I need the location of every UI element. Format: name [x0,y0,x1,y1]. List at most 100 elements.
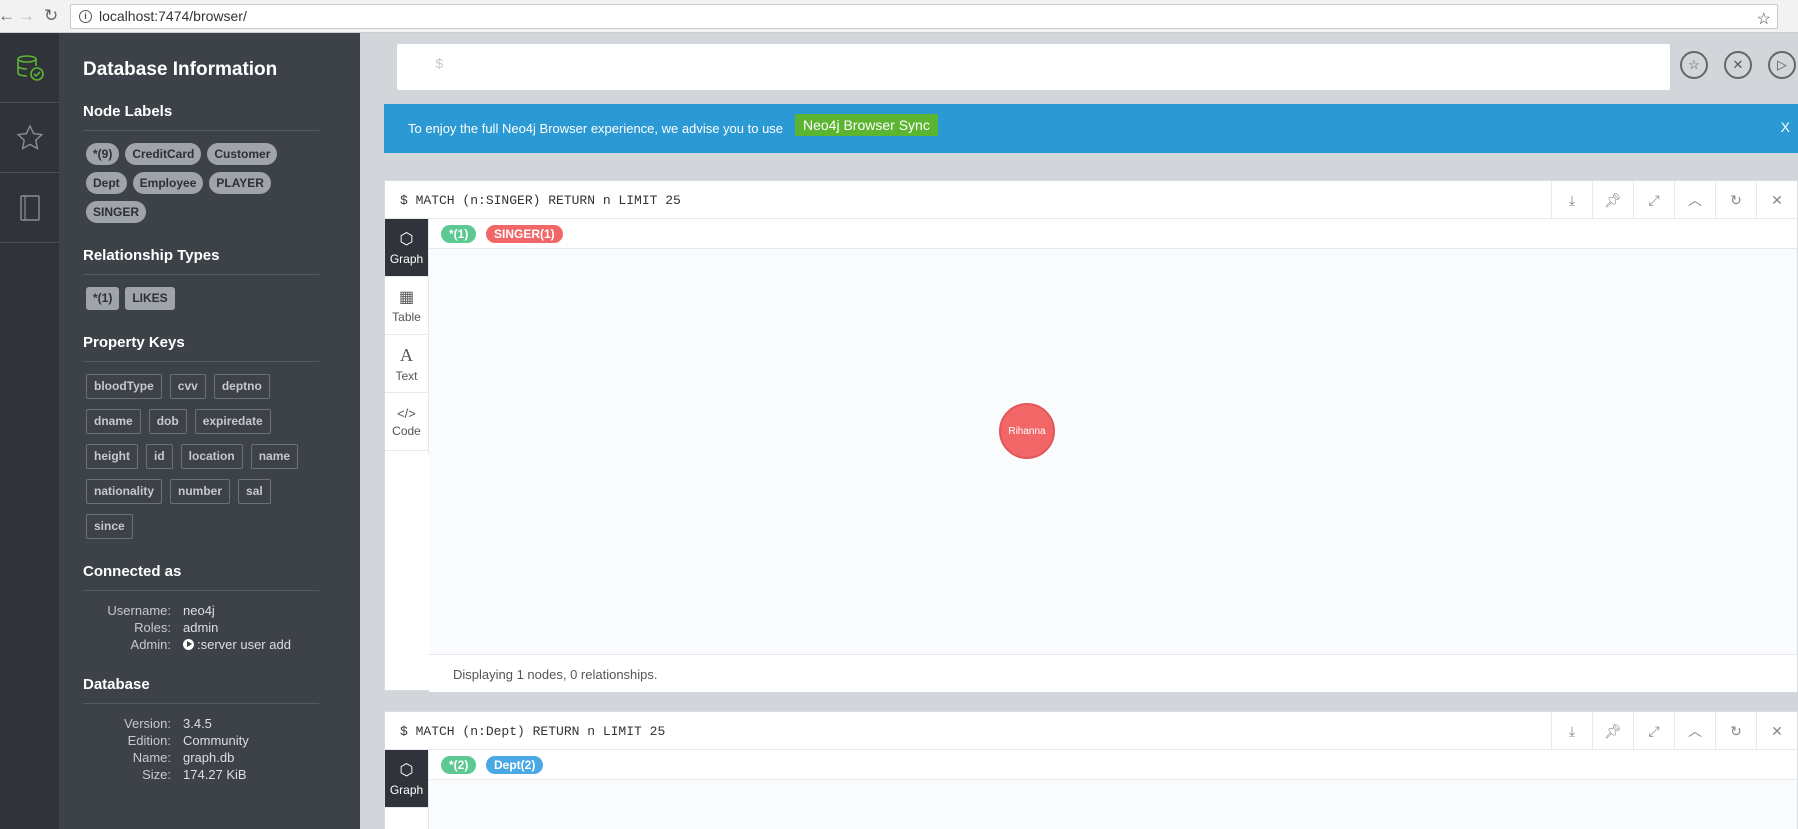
browser-sync-button[interactable]: Neo4j Browser Sync [795,114,938,136]
banner-close-button[interactable]: X [1781,119,1790,135]
download-icon[interactable]: ⤓ [1551,712,1592,750]
database-icon[interactable] [0,33,59,103]
drawer-title: Database Information [83,59,278,80]
all-nodes-pill[interactable]: *(1) [441,225,477,243]
admin-label: Admin: [130,637,171,652]
forward-icon[interactable]: → [18,6,35,26]
node-label-pill[interactable]: CreditCard [125,143,202,165]
browser-toolbar: ← → ↻ i localhost:7474/browser/ ☆ [0,0,1798,33]
collapse-icon[interactable]: ︿ [1674,712,1715,750]
node-labels-heading: Node Labels [83,103,319,131]
all-nodes-pill[interactable]: *(2) [441,756,477,774]
graph-icon: ⬡ [399,231,414,248]
property-key-pill[interactable]: id [146,444,173,469]
roles-value: admin [183,620,219,635]
frame-query[interactable]: $ MATCH (n:SINGER) RETURN n LIMIT 25 [400,193,681,208]
database-details: Version: 3.4.5 Edition: Community Name: gra… [83,716,360,782]
property-key-pill[interactable]: location [180,444,243,469]
table-icon: ▦ [398,289,415,306]
frame-header: $ MATCH (n:Dept) RETURN n LIMIT 25 ⤓ 📌︎ … [385,712,1797,750]
property-key-pill[interactable]: dname [86,409,141,434]
info-icon[interactable]: i [79,10,92,23]
property-key-pill[interactable]: bloodType [86,374,162,399]
frame-actions: ⤓ 📌︎ ⤢ ︿ ↻ ✕ [1551,712,1797,750]
favorite-query-button[interactable]: ☆ [1680,51,1708,79]
run-query-button[interactable]: ▷ [1768,51,1796,79]
sync-banner: To enjoy the full Neo4j Browser experien… [384,104,1798,153]
node-label-pill[interactable]: Customer [207,143,278,165]
favorites-star-icon[interactable] [0,103,59,173]
property-key-pill[interactable]: cvv [169,374,206,399]
relationship-types-list: *(1) LIKES [86,287,322,310]
relationship-type-pill[interactable]: *(1) [86,287,120,310]
close-frame-icon[interactable]: ✕ [1756,712,1797,750]
tab-graph[interactable]: ⬡ Graph [385,750,428,808]
clear-editor-button[interactable]: ✕ [1724,51,1752,79]
frame-query[interactable]: $ MATCH (n:Dept) RETURN n LIMIT 25 [400,724,665,739]
play-icon: ▷ [1777,57,1787,72]
documents-icon[interactable] [0,173,59,243]
text-icon: A [400,344,413,365]
property-key-pill[interactable]: dob [148,409,187,434]
bookmark-star-icon[interactable]: ☆ [1757,8,1771,31]
connected-as-heading: Connected as [83,563,319,591]
tab-table-label: Table [392,310,421,324]
property-key-pill[interactable]: height [86,444,138,469]
connection-info: Username: neo4j Roles: admin Admin::server… [83,603,360,652]
tab-graph-label: Graph [389,783,424,797]
property-key-pill[interactable]: sal [238,479,271,504]
rerun-icon[interactable]: ↻ [1715,712,1756,750]
property-key-pill[interactable]: nationality [86,479,163,504]
dept-label-pill[interactable]: Dept(2) [486,756,544,774]
view-tabs: ⬡ Graph ▦ [385,750,429,829]
node-label-pill[interactable]: Employee [132,172,204,194]
back-icon[interactable]: ← [0,6,15,26]
tab-text[interactable]: A Text [385,335,428,393]
star-icon: ☆ [1688,57,1700,72]
server-user-add-link[interactable]: :server user add [183,637,360,652]
tab-graph-label: Graph [389,252,424,266]
tab-code[interactable]: </> Code [385,393,428,451]
address-bar[interactable]: i localhost:7474/browser/ ☆ [70,4,1778,29]
property-key-pill[interactable]: name [250,444,299,469]
property-keys-list: bloodType cvv deptno dname dob expiredate heig… [86,374,322,539]
database-heading: Database [83,676,319,704]
name-value: graph.db [183,750,235,765]
tab-code-label: Code [392,423,421,438]
database-info-drawer: Database Information Node Labels *(9) Cre… [59,33,360,829]
tab-table[interactable]: ▦ Table [385,277,428,335]
rerun-icon[interactable]: ↻ [1715,181,1756,219]
reload-icon[interactable]: ↻ [44,6,58,26]
relationship-type-pill[interactable]: LIKES [125,287,175,310]
main-stream: $ ☆ ✕ ▷ To enjoy the full Neo4j Browser … [360,33,1798,829]
tab-table[interactable]: ▦ [385,808,428,829]
pin-icon[interactable]: 📌︎ [1592,181,1633,219]
graph-canvas[interactable]: Rihanna [429,249,1797,654]
tab-graph[interactable]: ⬡ Graph [385,219,428,277]
fullscreen-icon[interactable]: ⤢ [1633,181,1674,219]
result-frame-singer: $ MATCH (n:SINGER) RETURN n LIMIT 25 ⤓ 📌… [384,180,1798,692]
collapse-icon[interactable]: ︿ [1674,181,1715,219]
node-label-pill[interactable]: SINGER [86,201,147,223]
node-labels-list: *(9) CreditCard Customer Dept Employee PLAYER… [86,143,322,223]
node-label-pill[interactable]: *(9) [86,143,120,165]
property-key-pill[interactable]: since [86,514,133,539]
cypher-editor[interactable]: $ [397,44,1670,90]
property-key-pill[interactable]: number [170,479,231,504]
size-label: Size: [142,767,171,782]
node-label-pill[interactable]: PLAYER [209,172,271,194]
singer-label-pill[interactable]: SINGER(1) [486,225,563,243]
label-bar: *(1) SINGER(1) [429,219,1797,249]
close-frame-icon[interactable]: ✕ [1756,181,1797,219]
pin-icon[interactable]: 📌︎ [1592,712,1633,750]
node-label-pill[interactable]: Dept [86,172,127,194]
graph-canvas[interactable] [429,780,1797,829]
property-key-pill[interactable]: expiredate [194,409,271,434]
download-icon[interactable]: ⤓ [1551,181,1592,219]
graph-node[interactable]: Rihanna [999,403,1055,459]
frame-header: $ MATCH (n:SINGER) RETURN n LIMIT 25 ⤓ 📌… [385,181,1797,219]
frame-actions: ⤓ 📌︎ ⤢ ︿ ↻ ✕ [1551,181,1797,219]
fullscreen-icon[interactable]: ⤢ [1633,712,1674,750]
size-value: 174.27 KiB [183,767,247,782]
property-key-pill[interactable]: deptno [213,374,270,399]
